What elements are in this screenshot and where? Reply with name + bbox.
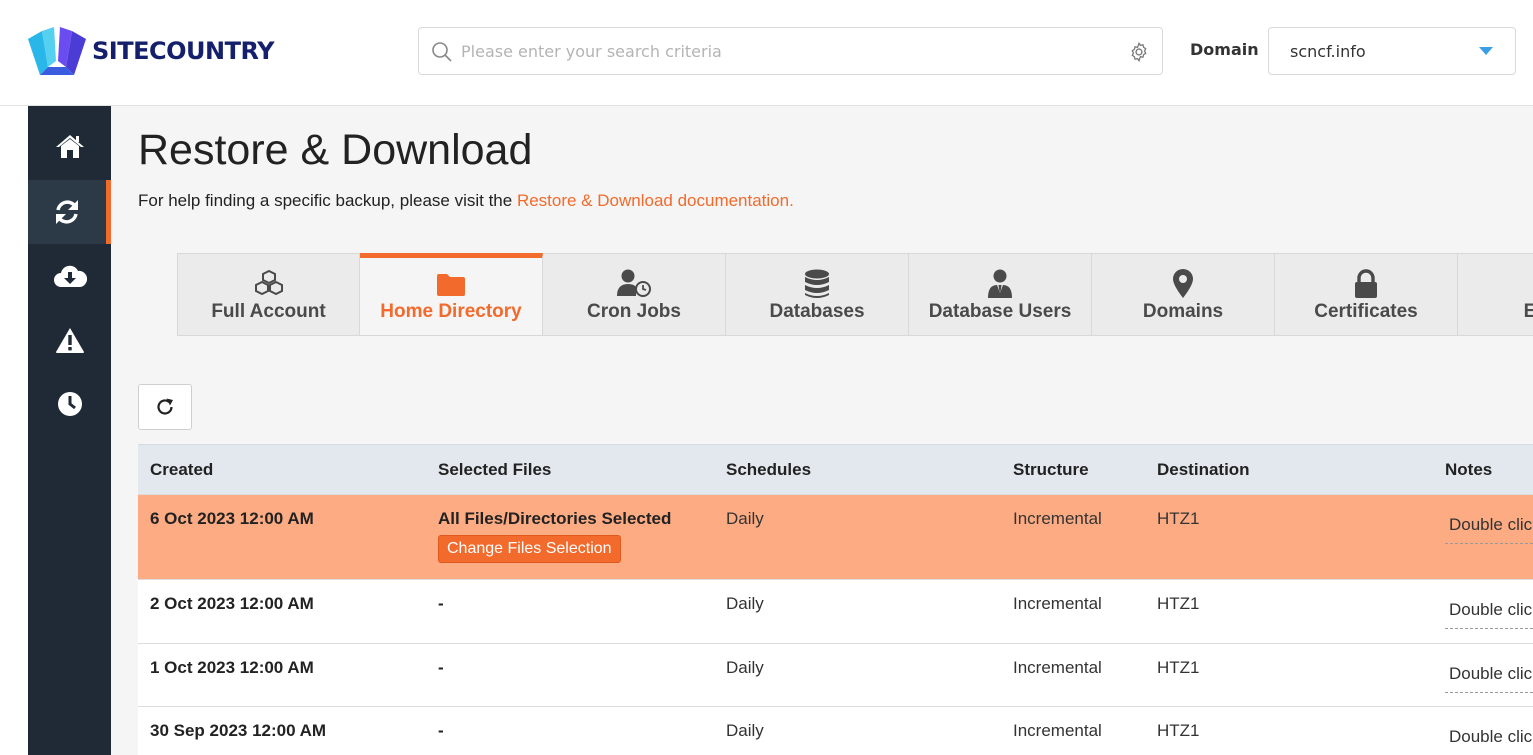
tab-full-account[interactable]: Full Account (177, 253, 360, 336)
lock-icon (1355, 269, 1377, 298)
chevron-down-icon (1479, 47, 1493, 55)
table-row[interactable]: 30 Sep 2023 12:00 AM - Daily Incremental… (138, 706, 1533, 755)
tab-database-users[interactable]: Database Users (909, 253, 1092, 336)
table-header-row: Created Selected Files Schedules Structu… (138, 444, 1533, 495)
backup-type-tabs: Full Account Home Directory Cron Jobs Da… (177, 253, 1533, 336)
sidebar-item-alerts[interactable] (28, 308, 111, 372)
cell-notes: Double click to add notes (1433, 643, 1533, 707)
cell-created: 30 Sep 2023 12:00 AM (138, 706, 426, 755)
search-input[interactable] (461, 36, 1121, 66)
tab-label: Email (1523, 301, 1533, 322)
sync-icon (56, 200, 78, 224)
sidebar-item-home[interactable] (28, 114, 111, 178)
cell-created: 1 Oct 2023 12:00 AM (138, 643, 426, 707)
column-header-notes[interactable]: Notes (1433, 444, 1533, 495)
notes-editable[interactable]: Double click to add notes (1445, 515, 1533, 544)
sidebar-item-history[interactable] (28, 372, 111, 436)
domain-select-value: scncf.info (1290, 42, 1366, 61)
cell-schedule: Daily (714, 579, 1001, 644)
cell-structure: Incremental (1001, 494, 1145, 580)
cell-destination: HTZ1 (1145, 494, 1433, 580)
cell-structure: Incremental (1001, 643, 1145, 707)
cell-schedule: Daily (714, 706, 1001, 755)
warning-icon (55, 327, 84, 353)
tab-databases[interactable]: Databases (726, 253, 909, 336)
tab-home-directory[interactable]: Home Directory (360, 253, 543, 336)
backups-table: Created Selected Files Schedules Structu… (138, 444, 1533, 755)
folder-icon (437, 274, 465, 296)
documentation-link[interactable]: Restore & Download documentation. (517, 191, 794, 210)
logo-text: SITECOUNTRY (92, 37, 275, 65)
page-title: Restore & Download (138, 126, 533, 174)
notes-editable[interactable]: Double click to add notes (1445, 600, 1533, 629)
column-header-schedules[interactable]: Schedules (714, 444, 1001, 495)
tab-label: Certificates (1314, 301, 1418, 322)
table-row[interactable]: 2 Oct 2023 12:00 AM - Daily Incremental … (138, 579, 1533, 644)
notes-editable[interactable]: Double click to add notes (1445, 664, 1533, 693)
column-header-selected-files[interactable]: Selected Files (426, 444, 714, 495)
cell-destination: HTZ1 (1145, 579, 1433, 644)
tab-label: Home Directory (380, 301, 522, 322)
refresh-button[interactable] (138, 384, 192, 430)
cloud-download-icon (53, 265, 87, 287)
tab-label: Cron Jobs (587, 301, 681, 322)
database-icon (805, 269, 829, 298)
cell-notes: Double click to add notes (1433, 494, 1533, 580)
help-text: For help finding a specific backup, plea… (138, 191, 794, 211)
selected-files-text: All Files/Directories Selected (438, 509, 672, 528)
tab-email[interactable]: Email (1458, 253, 1533, 336)
tab-domains[interactable]: Domains (1092, 253, 1275, 336)
logo-mark-icon (28, 27, 86, 75)
tab-label: Full Account (211, 301, 326, 322)
cell-structure: Incremental (1001, 706, 1145, 755)
tab-label: Databases (769, 301, 865, 322)
cell-selected-files: - (426, 643, 714, 707)
tab-label: Domains (1142, 301, 1224, 322)
column-header-structure[interactable]: Structure (1001, 444, 1145, 495)
sidebar-item-download[interactable] (28, 244, 111, 308)
help-text-prefix: For help finding a specific backup, plea… (138, 191, 517, 210)
tab-cron-jobs[interactable]: Cron Jobs (543, 253, 726, 336)
sitecountry-logo[interactable]: SITECOUNTRY (28, 26, 275, 76)
cubes-icon (254, 269, 283, 295)
notes-editable[interactable]: Double click to add notes (1445, 727, 1533, 755)
map-marker-icon (1173, 269, 1193, 298)
column-header-created[interactable]: Created (138, 444, 426, 495)
cell-created: 2 Oct 2023 12:00 AM (138, 579, 426, 644)
cell-destination: HTZ1 (1145, 643, 1433, 707)
top-header: SITECOUNTRY Domain scncf.info (0, 0, 1533, 106)
cell-selected-files: - (426, 579, 714, 644)
tab-label: Database Users (928, 301, 1072, 322)
cell-created: 6 Oct 2023 12:00 AM (138, 494, 426, 580)
refresh-icon (157, 398, 173, 415)
table-row-selected[interactable]: 6 Oct 2023 12:00 AM All Files/Directorie… (138, 494, 1533, 580)
search-icon (432, 42, 452, 62)
main-content: Restore & Download For help finding a sp… (111, 106, 1533, 755)
cell-structure: Incremental (1001, 579, 1145, 644)
search-box (418, 27, 1163, 75)
table-row[interactable]: 1 Oct 2023 12:00 AM - Daily Incremental … (138, 643, 1533, 707)
domain-label: Domain (1190, 40, 1259, 59)
sidebar-item-restore[interactable] (28, 180, 111, 244)
user-clock-icon (617, 269, 651, 297)
tab-certificates[interactable]: Certificates (1275, 253, 1458, 336)
domain-select[interactable]: scncf.info (1268, 27, 1516, 75)
cell-destination: HTZ1 (1145, 706, 1433, 755)
column-header-destination[interactable]: Destination (1145, 444, 1433, 495)
home-icon (55, 135, 84, 158)
cell-selected-files: All Files/Directories Selected Change Fi… (426, 494, 714, 580)
change-files-selection-button[interactable]: Change Files Selection (438, 535, 621, 563)
user-tie-icon (988, 269, 1012, 298)
clock-icon (57, 392, 82, 416)
cell-selected-files: - (426, 706, 714, 755)
cell-notes: Double click to add notes (1433, 579, 1533, 644)
sidebar (28, 106, 111, 755)
cell-schedule: Daily (714, 494, 1001, 580)
cell-schedule: Daily (714, 643, 1001, 707)
gear-icon[interactable] (1128, 41, 1150, 63)
cell-notes: Double click to add notes (1433, 706, 1533, 755)
